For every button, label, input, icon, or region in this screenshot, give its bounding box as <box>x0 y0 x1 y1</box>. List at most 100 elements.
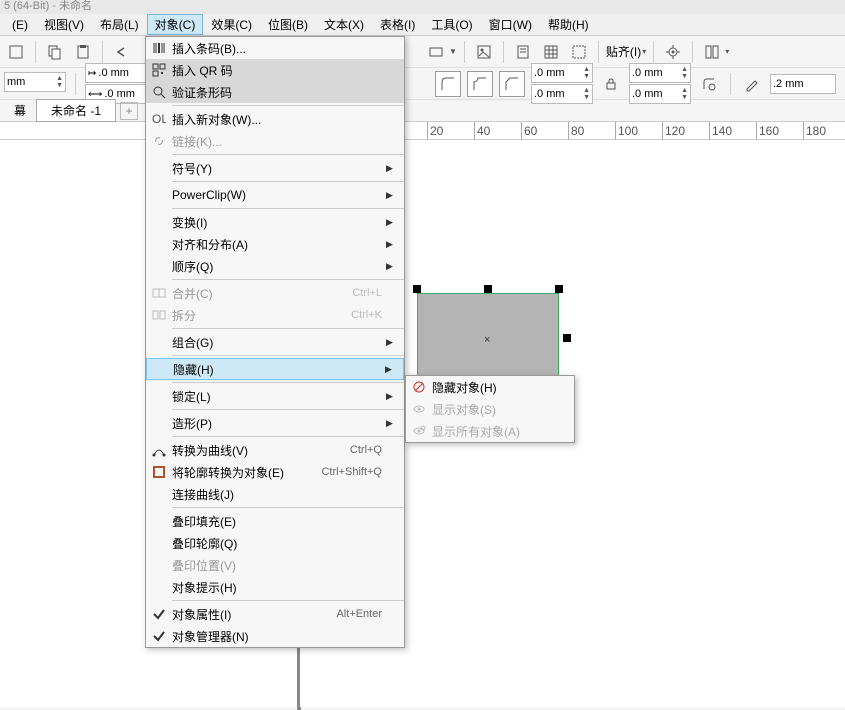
menu-4[interactable]: 效果(C) <box>203 14 260 35</box>
corner-scallop-icon[interactable] <box>467 71 493 97</box>
menu-1[interactable]: 视图(V) <box>36 14 92 35</box>
menu-item-label: 叠印填充(E) <box>172 513 386 530</box>
lock-corners-icon[interactable] <box>599 72 623 96</box>
menu-item-label: 将轮廓转换为对象(E) <box>172 464 321 481</box>
menu-item-lock[interactable]: 锁定(L)▶ <box>146 385 404 407</box>
menu-item-label: 转换为曲线(V) <box>172 442 350 459</box>
break-icon <box>146 308 172 322</box>
menu-item-overprint-outline[interactable]: 叠印轮廓(Q) <box>146 532 404 554</box>
menu-9[interactable]: 窗口(W) <box>481 14 540 35</box>
corner-r2-input[interactable]: ▲▼ <box>531 84 593 104</box>
menu-8[interactable]: 工具(O) <box>423 14 480 35</box>
menu-item-insert-qr[interactable]: 插入 QR 码 <box>146 59 404 81</box>
zoom-dropdown[interactable]: ▼ <box>424 40 457 64</box>
menu-7[interactable]: 表格(I) <box>372 14 423 35</box>
outline-icon <box>146 465 172 479</box>
menu-item-links: 链接(K)... <box>146 130 404 152</box>
scale-corners-icon[interactable] <box>697 72 721 96</box>
undo-icon[interactable] <box>110 40 134 64</box>
menu-item-label: 连接曲线(J) <box>172 486 386 503</box>
grid-icon[interactable] <box>539 40 563 64</box>
paste-icon[interactable] <box>71 40 95 64</box>
menu-item-label: 拆分 <box>172 307 351 324</box>
document-tabs: 幕 未命名 -1 + <box>0 100 845 122</box>
copy-icon[interactable] <box>43 40 67 64</box>
menu-item-powerclip[interactable]: PowerClip(W)▶ <box>146 184 404 206</box>
pen-icon[interactable] <box>740 72 764 96</box>
add-tab-button[interactable]: + <box>120 102 138 120</box>
menu-item-transform[interactable]: 变换(I)▶ <box>146 211 404 233</box>
title-bar: 5 (64-Bit) - 未命名 <box>0 0 845 14</box>
menu-6[interactable]: 文本(X) <box>316 14 372 35</box>
show-icon <box>406 402 432 416</box>
menu-item-label: 符号(Y) <box>172 160 386 177</box>
submenu-arrow-icon: ▶ <box>385 364 397 375</box>
menu-item-label: 验证条形码 <box>172 84 386 101</box>
menu-item-insert-barcode[interactable]: 插入条码(B)... <box>146 37 404 59</box>
image-icon[interactable] <box>472 40 496 64</box>
property-bar: ▲▼ ↦ ⟷ ▲▼ ▲▼ ▲▼ ▲▼ <box>0 68 845 100</box>
menu-5[interactable]: 位图(B) <box>260 14 316 35</box>
menu-item-join-curves[interactable]: 连接曲线(J) <box>146 483 404 505</box>
menu-item-object-hint[interactable]: 对象提示(H) <box>146 576 404 598</box>
corner-r4-input[interactable]: ▲▼ <box>629 84 691 104</box>
menu-item-label: 插入条码(B)... <box>172 40 386 57</box>
object-menu: 插入条码(B)... 插入 QR 码验证条形码 OLE插入新对象(W)...链接(K… <box>145 36 405 648</box>
handle-n[interactable] <box>484 285 492 293</box>
menu-10[interactable]: 帮助(H) <box>540 14 597 35</box>
menu-item-group[interactable]: 组合(G)▶ <box>146 331 404 353</box>
gear-icon[interactable] <box>661 40 685 64</box>
menu-item-shaping[interactable]: 造形(P)▶ <box>146 412 404 434</box>
xoff-input[interactable]: ↦ <box>85 63 147 83</box>
menu-item-label: 顺序(Q) <box>172 258 386 275</box>
doc-tab[interactable]: 未命名 -1 <box>36 99 116 122</box>
dim-a-input[interactable]: ▲▼ <box>4 72 66 92</box>
menu-item-order[interactable]: 顺序(Q)▶ <box>146 255 404 277</box>
corner-r3-input[interactable]: ▲▼ <box>629 63 691 83</box>
menu-item-obj-manager[interactable]: 对象管理器(N) <box>146 625 404 647</box>
tool-a-icon[interactable] <box>4 40 28 64</box>
snap-label: 贴齐(I) <box>606 43 641 60</box>
corner-r1-input[interactable]: ▲▼ <box>531 63 593 83</box>
barcode-icon <box>146 41 172 55</box>
snap-dropdown[interactable]: 贴齐(I) ▾ <box>606 43 646 60</box>
selected-shape[interactable]: × <box>417 293 559 381</box>
menu-2[interactable]: 布局(L) <box>92 14 147 35</box>
menu-item-combine: 合并(C)Ctrl+L <box>146 282 404 304</box>
handle-nw[interactable] <box>413 285 421 293</box>
submenu-item-hide-obj[interactable]: 隐藏对象(H) <box>406 376 574 398</box>
menu-item-verify-barcode[interactable]: 验证条形码 <box>146 81 404 103</box>
stroke-width-input[interactable] <box>770 74 836 94</box>
menu-item-label: 对象提示(H) <box>172 579 386 596</box>
corner-chamfer-icon[interactable] <box>499 71 525 97</box>
submenu-arrow-icon: ▶ <box>386 163 398 174</box>
menu-3[interactable]: 对象(C) <box>147 14 204 35</box>
menu-item-hide[interactable]: 隐藏(H)▶ <box>146 358 404 380</box>
menu-item-label: 对象管理器(N) <box>172 628 386 645</box>
menu-item-to-curves[interactable]: 转换为曲线(V)Ctrl+Q <box>146 439 404 461</box>
curve-icon <box>146 443 172 457</box>
menu-item-label: 隐藏(H) <box>173 361 385 378</box>
shortcut: Ctrl+K <box>351 309 386 321</box>
menu-item-label: 插入新对象(W)... <box>172 111 386 128</box>
menu-item-symbols[interactable]: 符号(Y)▶ <box>146 157 404 179</box>
bounds-icon[interactable] <box>567 40 591 64</box>
menu-item-obj-props[interactable]: 对象属性(I)Alt+Enter <box>146 603 404 625</box>
handle-e[interactable] <box>563 334 571 342</box>
menu-item-outline-to-obj[interactable]: 将轮廓转换为对象(E)Ctrl+Shift+Q <box>146 461 404 483</box>
submenu-item-label: 隐藏对象(H) <box>432 379 497 396</box>
check-icon <box>146 629 172 643</box>
page-icon[interactable] <box>511 40 535 64</box>
hide-icon <box>406 380 432 394</box>
menu-item-align[interactable]: 对齐和分布(A)▶ <box>146 233 404 255</box>
submenu-item-label: 显示对象(S) <box>432 401 496 418</box>
menu-0[interactable]: (E) <box>4 16 36 34</box>
corner-round-icon[interactable] <box>435 71 461 97</box>
menu-item-insert-object[interactable]: OLE插入新对象(W)... <box>146 108 404 130</box>
menu-item-label: 锁定(L) <box>172 388 386 405</box>
layout-dropdown[interactable]: ▾ <box>700 40 729 64</box>
menu-item-break: 拆分Ctrl+K <box>146 304 404 326</box>
menu-item-label: 叠印轮廓(Q) <box>172 535 386 552</box>
menu-item-overprint-fill[interactable]: 叠印填充(E) <box>146 510 404 532</box>
handle-ne[interactable] <box>555 285 563 293</box>
